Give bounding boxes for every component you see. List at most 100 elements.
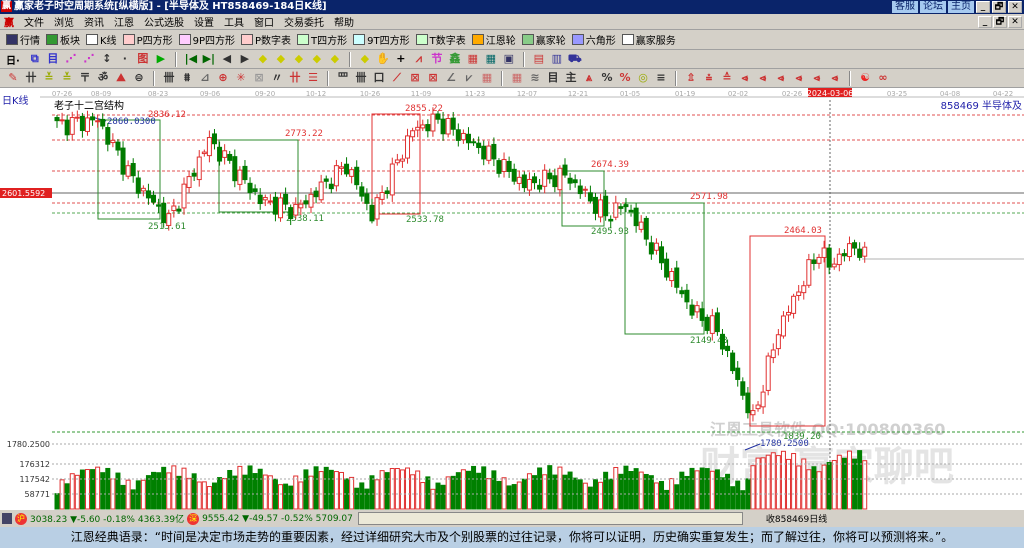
- tool-icon-15[interactable]: ◆: [310, 52, 324, 66]
- tool-icon-24[interactable]: ⩗: [462, 71, 476, 85]
- tool-icon-4[interactable]: ↕: [100, 52, 114, 66]
- tool-icon-26[interactable]: ▤: [532, 52, 546, 66]
- toolbar-item-3[interactable]: P四方形: [122, 32, 173, 47]
- tool-icon-21[interactable]: 节: [430, 52, 444, 66]
- tool-icon-2[interactable]: ⋰: [64, 52, 78, 66]
- menu-trade[interactable]: 交易委托: [284, 14, 324, 29]
- tool-icon-6[interactable]: ⛰: [114, 71, 128, 85]
- tool-icon-26[interactable]: ▦: [510, 71, 524, 85]
- menu-help[interactable]: 帮助: [334, 14, 354, 29]
- tool-icon-11[interactable]: ▶: [238, 52, 252, 66]
- tool-icon-20[interactable]: ⩘: [412, 52, 426, 66]
- tool-icon-1[interactable]: 目: [46, 52, 60, 66]
- tool-icon-7[interactable]: ▶: [154, 52, 168, 66]
- tool-icon-43[interactable]: ⩹: [828, 71, 842, 85]
- close-button[interactable]: ✕: [1008, 1, 1022, 13]
- tool-icon-21[interactable]: ⊠: [408, 71, 422, 85]
- tool-icon-27[interactable]: ▥: [550, 52, 564, 66]
- menu-settings[interactable]: 设置: [194, 14, 214, 29]
- menu-tools[interactable]: 工具: [224, 14, 244, 29]
- tool-icon-6[interactable]: 图: [136, 52, 150, 66]
- tool-icon-11[interactable]: ⊕: [216, 71, 230, 85]
- tool-icon-20[interactable]: ⟋: [390, 71, 404, 85]
- menu-browse[interactable]: 浏览: [54, 14, 74, 29]
- tool-icon-45[interactable]: ∞: [876, 71, 890, 85]
- menu-gann[interactable]: 江恩: [114, 14, 134, 29]
- toolbar-item-5[interactable]: P数字表: [241, 32, 291, 47]
- tool-icon-18[interactable]: ✋: [376, 52, 390, 66]
- tool-icon-8[interactable]: |◀: [184, 52, 198, 66]
- toolbar-item-11[interactable]: 六角形: [571, 32, 616, 47]
- link-forum[interactable]: 论坛: [920, 1, 946, 13]
- tool-icon-10[interactable]: ⊿: [198, 71, 212, 85]
- tool-icon-30[interactable]: ⩓: [582, 71, 596, 85]
- tool-icon-19[interactable]: 口: [372, 71, 386, 85]
- chart-canvas[interactable]: 07-26 08-09 08-23 09-06 09-20 10-12 10-26 11-09…: [0, 88, 1024, 510]
- tool-icon-22[interactable]: ⊠: [426, 71, 440, 85]
- toolbar-item-2[interactable]: K线: [86, 32, 117, 47]
- period-dropdown[interactable]: 日·: [6, 52, 20, 67]
- tool-icon-31[interactable]: %: [600, 71, 614, 85]
- tool-icon-41[interactable]: ⩹: [792, 71, 806, 85]
- tool-icon-3[interactable]: ≚: [60, 71, 74, 85]
- toolbar-item-9[interactable]: 江恩轮: [471, 32, 516, 47]
- tool-icon-24[interactable]: ▦: [484, 52, 498, 66]
- tool-icon-23[interactable]: ▦: [466, 52, 480, 66]
- child-restore-button[interactable]: 🗗: [993, 16, 1007, 28]
- tool-icon-15[interactable]: 卄: [288, 71, 302, 85]
- tool-icon-23[interactable]: ∠: [444, 71, 458, 85]
- tool-icon-0[interactable]: ⧉: [28, 52, 42, 66]
- tool-icon-14[interactable]: ◆: [292, 52, 306, 66]
- toolbar-item-12[interactable]: 赢家服务: [621, 32, 676, 47]
- tool-icon-25[interactable]: ▣: [502, 52, 516, 66]
- tool-icon-2[interactable]: ≚: [42, 71, 56, 85]
- tool-icon-28[interactable]: 目: [546, 71, 560, 85]
- menu-file[interactable]: 文件: [24, 14, 44, 29]
- toolbar-item-1[interactable]: 板块: [46, 32, 80, 47]
- menu-window[interactable]: 窗口: [254, 14, 274, 29]
- tool-icon-13[interactable]: ◆: [274, 52, 288, 66]
- tool-icon-36[interactable]: ⩮: [702, 71, 716, 85]
- tool-icon-37[interactable]: ≙: [720, 71, 734, 85]
- tool-icon-44[interactable]: ☯: [858, 71, 872, 85]
- calculator-icon[interactable]: [2, 513, 12, 524]
- tool-icon-22[interactable]: 鑫: [448, 52, 462, 66]
- tool-icon-7[interactable]: ⊜: [132, 71, 146, 85]
- tool-icon-19[interactable]: +: [394, 52, 408, 66]
- tool-icon-3[interactable]: ⋰: [82, 52, 96, 66]
- link-home[interactable]: 主页: [948, 1, 974, 13]
- toolbar-item-4[interactable]: 9P四方形: [178, 32, 235, 47]
- menu-formula[interactable]: 公式选股: [144, 14, 184, 29]
- toolbar-item-6[interactable]: T四方形: [297, 32, 347, 47]
- tool-icon-32[interactable]: %: [618, 71, 632, 85]
- child-close-button[interactable]: ✕: [1008, 16, 1022, 28]
- tool-icon-34[interactable]: ≡: [654, 71, 668, 85]
- minimize-button[interactable]: _: [976, 1, 990, 13]
- tool-icon-38[interactable]: ⩹: [738, 71, 752, 85]
- tool-icon-40[interactable]: ⩹: [774, 71, 788, 85]
- tool-icon-5[interactable]: ·: [118, 52, 132, 66]
- tool-icon-9[interactable]: ⩩: [180, 71, 194, 85]
- tool-icon-33[interactable]: ◎: [636, 71, 650, 85]
- child-minimize-button[interactable]: _: [978, 16, 992, 28]
- tool-icon-16[interactable]: ☰: [306, 71, 320, 85]
- tool-icon-0[interactable]: ✎: [6, 71, 20, 85]
- tool-icon-9[interactable]: ▶|: [202, 52, 216, 66]
- toolbar-item-10[interactable]: 赢家轮: [521, 32, 566, 47]
- tool-icon-17[interactable]: ◆: [358, 52, 372, 66]
- tool-icon-17[interactable]: 罒: [336, 71, 350, 85]
- tool-icon-10[interactable]: ◀: [220, 52, 234, 66]
- toolbar-item-0[interactable]: 行情: [6, 32, 40, 47]
- tool-icon-25[interactable]: ▦: [480, 71, 494, 85]
- tool-icon-5[interactable]: ॐ: [96, 71, 110, 85]
- tool-icon-14[interactable]: 〃: [270, 71, 284, 85]
- tool-icon-12[interactable]: ✳: [234, 71, 248, 85]
- tool-icon-18[interactable]: 卌: [354, 71, 368, 85]
- tool-icon-8[interactable]: 卌: [162, 71, 176, 85]
- tool-icon-4[interactable]: 〒: [78, 71, 92, 85]
- toolbar-item-7[interactable]: 9T四方形: [353, 32, 410, 47]
- horizontal-scrollbar[interactable]: [357, 512, 743, 525]
- tool-icon-1[interactable]: 卄: [24, 71, 38, 85]
- tool-icon-39[interactable]: ⩹: [756, 71, 770, 85]
- tool-icon-29[interactable]: 主: [564, 71, 578, 85]
